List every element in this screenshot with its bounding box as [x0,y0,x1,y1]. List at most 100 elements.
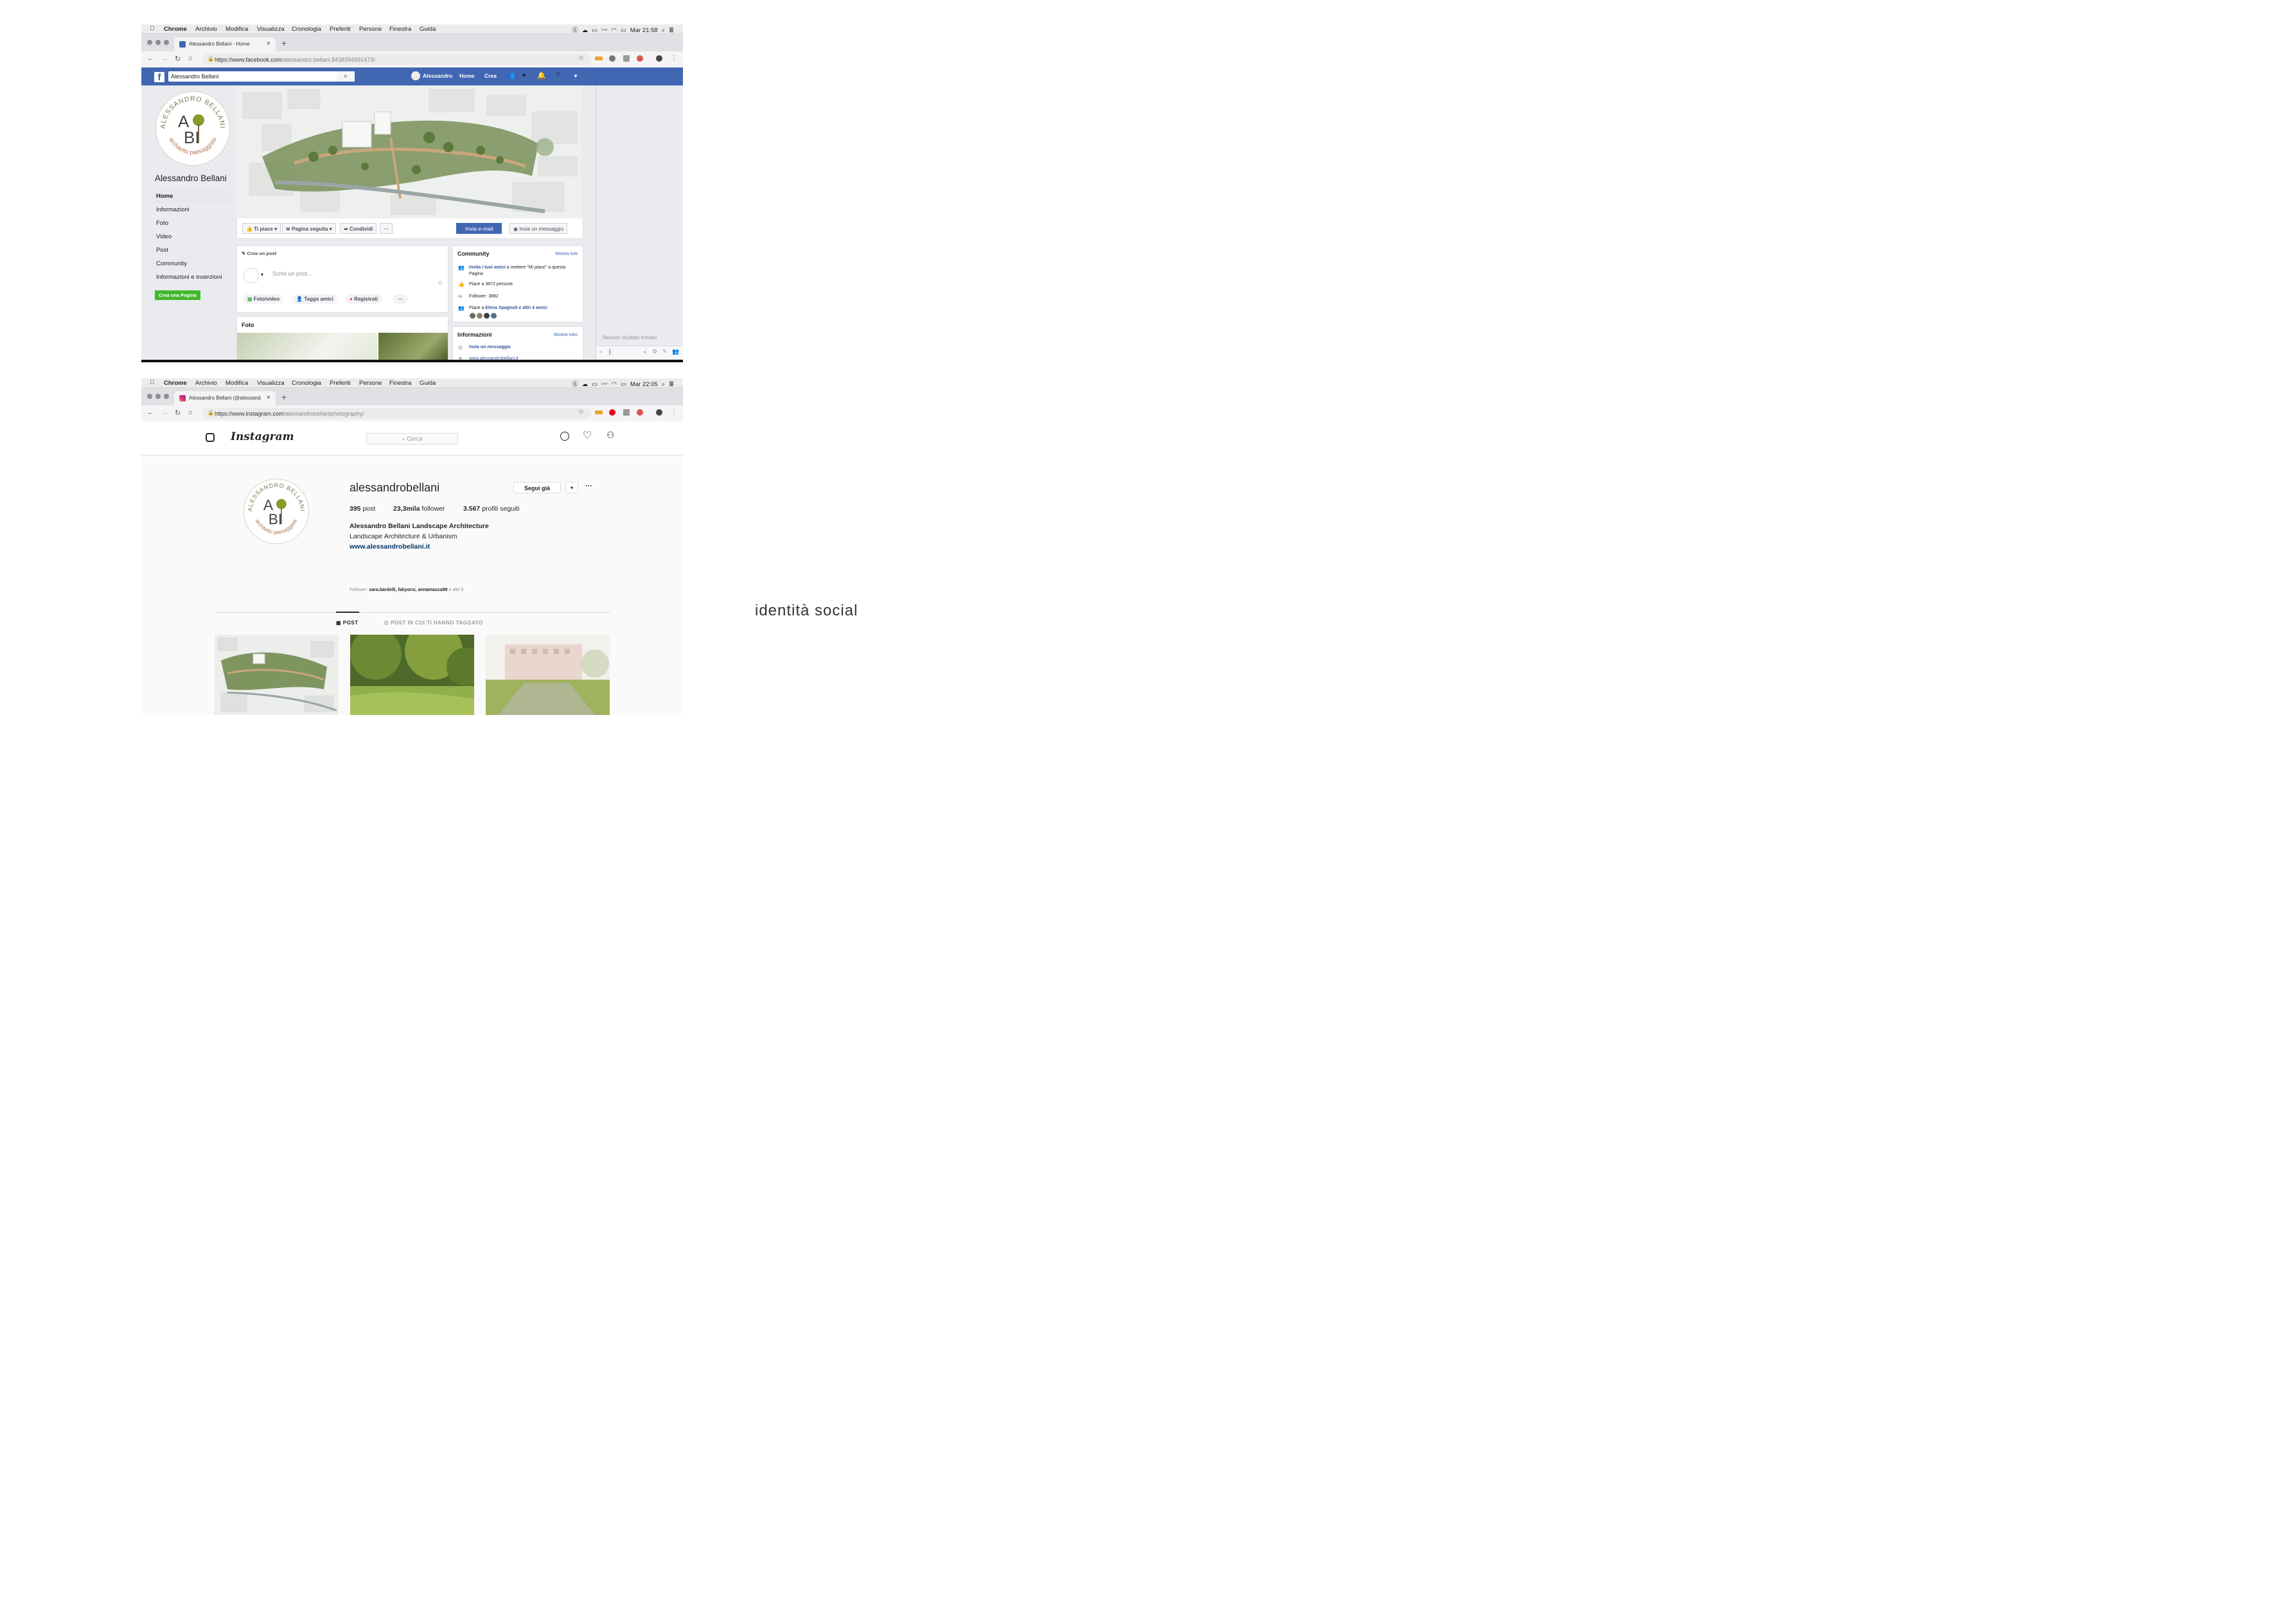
send-email-button[interactable]: Invia e-mail [456,223,502,234]
share-button[interactable]: ➦ Condividi [340,223,377,234]
menu-preferiti[interactable]: Preferiti [330,380,351,387]
more-actions-button[interactable]: ··· [380,223,393,234]
url-field[interactable]: 🔒 https://www.facebook.com/alessandro.be… [202,54,591,65]
grid-post-1[interactable] [215,635,339,715]
menu-modifica[interactable]: Modifica [226,380,248,387]
menu-finestra[interactable]: Finestra [389,26,411,33]
pinterest-extension-icon[interactable] [609,55,615,62]
nav-create[interactable]: Crea [484,73,497,79]
sidebar-item-informazioni[interactable]: Informazioni [156,206,190,213]
info-message-link[interactable]: Invia un messaggio [469,345,511,349]
browser-tab[interactable]: Alessandro Bellani (@alessandr × [174,391,276,405]
like-button[interactable]: 👍 Ti piace ▾ [242,223,281,234]
cover-photo[interactable] [236,86,582,218]
close-icon[interactable]: × [643,349,646,355]
instagram-wordmark[interactable]: Instagram [231,430,294,443]
sidebar-item-post[interactable]: Post [156,247,168,254]
battery-icon[interactable]: ▭ [621,27,626,34]
sidebar-item-video[interactable]: Video [156,233,172,240]
cloud-icon[interactable]: ☁ [582,381,589,388]
group-icon[interactable]: 👥 [672,348,679,355]
battery-icon[interactable]: ▭ [621,381,626,388]
color-extension-icon[interactable] [637,409,643,416]
menu-cronologia[interactable]: Cronologia [292,380,321,387]
search-icon[interactable]: ⌕ [337,71,355,82]
reload-icon[interactable]: ↻ [175,409,181,417]
follow-button[interactable]: ≋ Pagina seguita ▾ [282,223,336,234]
invite-friends-link[interactable]: Invita i tuoi amici [469,265,506,270]
explore-compass-icon[interactable] [560,432,569,441]
menu-finestra[interactable]: Finestra [389,380,411,387]
menu-archivio[interactable]: Archivio [195,380,217,387]
nav-user[interactable]: Alessandro [423,73,452,79]
stat-posts[interactable]: 395 post [350,505,375,513]
followed-by-text[interactable]: Follower: sara.bardelli, fabyorsi, annam… [350,588,463,592]
menu-guida[interactable]: Guida [420,26,436,33]
profile-options-button[interactable]: ··· [585,482,592,490]
profile-logo[interactable]: ALESSANDRO BELLANI architetto paesaggist… [243,479,309,544]
chevron-down-icon[interactable]: ▼ [573,73,578,79]
ebay-extension-icon[interactable] [595,57,603,60]
community-see-all-link[interactable]: Mostra tutti [555,252,578,256]
cloud-icon[interactable]: ☁ [582,27,589,34]
spotlight-icon[interactable]: ⌕ [662,381,665,388]
friends-icon[interactable]: 👥 [506,71,515,80]
instagram-camera-icon[interactable] [206,433,215,442]
wifi-icon[interactable]: ◠ [612,381,617,388]
pinterest-extension-icon[interactable] [609,409,615,416]
close-tab-icon[interactable]: × [267,394,270,402]
composer-more-button[interactable]: ··· [393,294,408,304]
menu-chrome[interactable]: Chrome [164,380,187,387]
menu-cronologia[interactable]: Cronologia [292,26,321,33]
home-icon[interactable]: ⌂ [188,409,193,416]
emoji-icon[interactable]: ☺ [437,279,443,287]
grid-post-3[interactable] [486,635,610,715]
profile-icon[interactable] [656,409,662,416]
grid-post-2[interactable] [350,635,474,715]
chrome-menu-icon[interactable]: ⋮ [671,409,677,416]
forward-icon[interactable]: → [161,55,168,62]
url-field[interactable]: 🔒 https://www.instagram.com/alessandrobe… [202,408,591,419]
bookmark-star-icon[interactable]: ☆ [578,409,584,416]
list-icon[interactable]: ≣ [669,381,674,388]
menu-chrome[interactable]: Chrome [164,26,187,33]
sidebar-item-community[interactable]: Community [156,260,187,267]
menu-visualizza[interactable]: Visualizza [257,26,285,33]
new-tab-icon[interactable]: + [281,38,287,48]
sidebar-item-foto[interactable]: Foto [156,220,168,227]
stat-followers[interactable]: 23,3mila follower [393,505,445,513]
menu-preferiti[interactable]: Preferiti [330,26,351,33]
back-icon[interactable]: ← [147,409,154,416]
suggestions-dropdown-button[interactable]: ▾ [565,482,578,493]
forward-icon[interactable]: → [161,409,168,416]
following-button[interactable]: Segui già [513,482,561,493]
avatar[interactable] [491,313,497,319]
photo-thumb-1[interactable] [237,333,377,362]
nav-home[interactable]: Home [459,73,475,79]
avatar[interactable] [477,313,482,319]
bookmark-star-icon[interactable]: ☆ [578,55,584,62]
help-icon[interactable]: ? [556,71,560,79]
browser-tab[interactable]: Alessandro Bellani - Home × [174,37,276,51]
pocket-extension-icon[interactable] [623,409,630,416]
profile-user-icon[interactable]: ⚇ [606,430,615,441]
close-tab-icon[interactable]: × [267,40,270,48]
menu-archivio[interactable]: Archivio [195,26,217,33]
apple-icon[interactable]:  [150,25,155,32]
composer-input[interactable]: Scrivi un post... [272,270,312,277]
menu-persone[interactable]: Persone [359,26,382,33]
list-icon[interactable]: ≣ [669,27,674,34]
messenger-icon[interactable]: ● [522,71,526,79]
compose-icon[interactable]: ✎ [662,348,668,355]
pocket-extension-icon[interactable] [623,55,630,62]
menu-guida[interactable]: Guida [420,380,436,387]
info-see-all-link[interactable]: Mostra tutto [554,333,578,337]
liked-by-names-link[interactable]: Elena Spagnoli e altri 4 amici [485,306,547,310]
sidebar-item-home[interactable]: Home [156,193,173,200]
menu-visualizza[interactable]: Visualizza [257,380,285,387]
skype-icon[interactable]: Ⓢ [572,381,578,388]
clock[interactable]: Mar 21:58 [630,27,658,34]
ebay-extension-icon[interactable] [595,410,603,414]
photo-thumb-2[interactable] [378,333,448,362]
home-icon[interactable]: ⌂ [188,55,193,62]
